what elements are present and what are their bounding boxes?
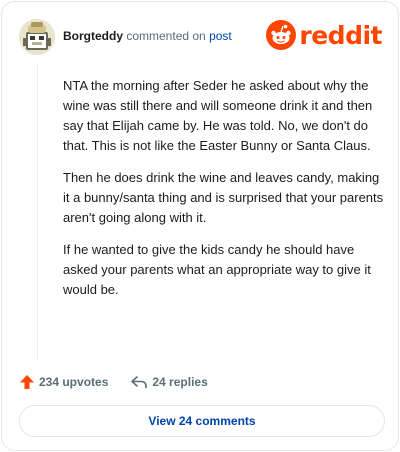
avatar[interactable] (19, 19, 55, 55)
comment-paragraph: NTA the morning after Seder he asked abo… (63, 78, 373, 153)
thread-line[interactable] (37, 64, 38, 360)
upvote-button[interactable]: 234 upvotes (19, 374, 108, 390)
post-link[interactable]: post (209, 29, 232, 43)
comment-paragraph: Then he does drink the wine and leaves c… (63, 170, 384, 225)
comment-card: Borgteddy commented on post reddit NTA t… (1, 1, 399, 451)
commented-label: commented on (126, 29, 206, 43)
comment-header: Borgteddy commented on post reddit (19, 19, 382, 55)
replies-button[interactable]: 24 replies (130, 374, 208, 390)
view-comments-button[interactable]: View 24 comments (19, 405, 385, 437)
upvote-count: 234 upvotes (39, 375, 109, 389)
comment-meta: Borgteddy commented on post (63, 29, 232, 43)
reply-count: 24 replies (152, 375, 208, 389)
username-link[interactable]: Borgteddy (63, 29, 123, 43)
reply-arrow-icon (131, 376, 148, 389)
upvote-arrow-icon (20, 375, 34, 389)
avatar-image (19, 19, 55, 55)
reddit-wordmark: reddit (299, 20, 382, 50)
comment-actions: 234 upvotes 24 replies (19, 372, 208, 392)
comment-paragraph: If he wanted to give the kids candy he s… (63, 242, 371, 297)
comment-body: NTA the morning after Seder he asked abo… (63, 76, 385, 312)
reddit-logo: reddit (266, 19, 382, 51)
reddit-snoo-icon (266, 20, 297, 50)
